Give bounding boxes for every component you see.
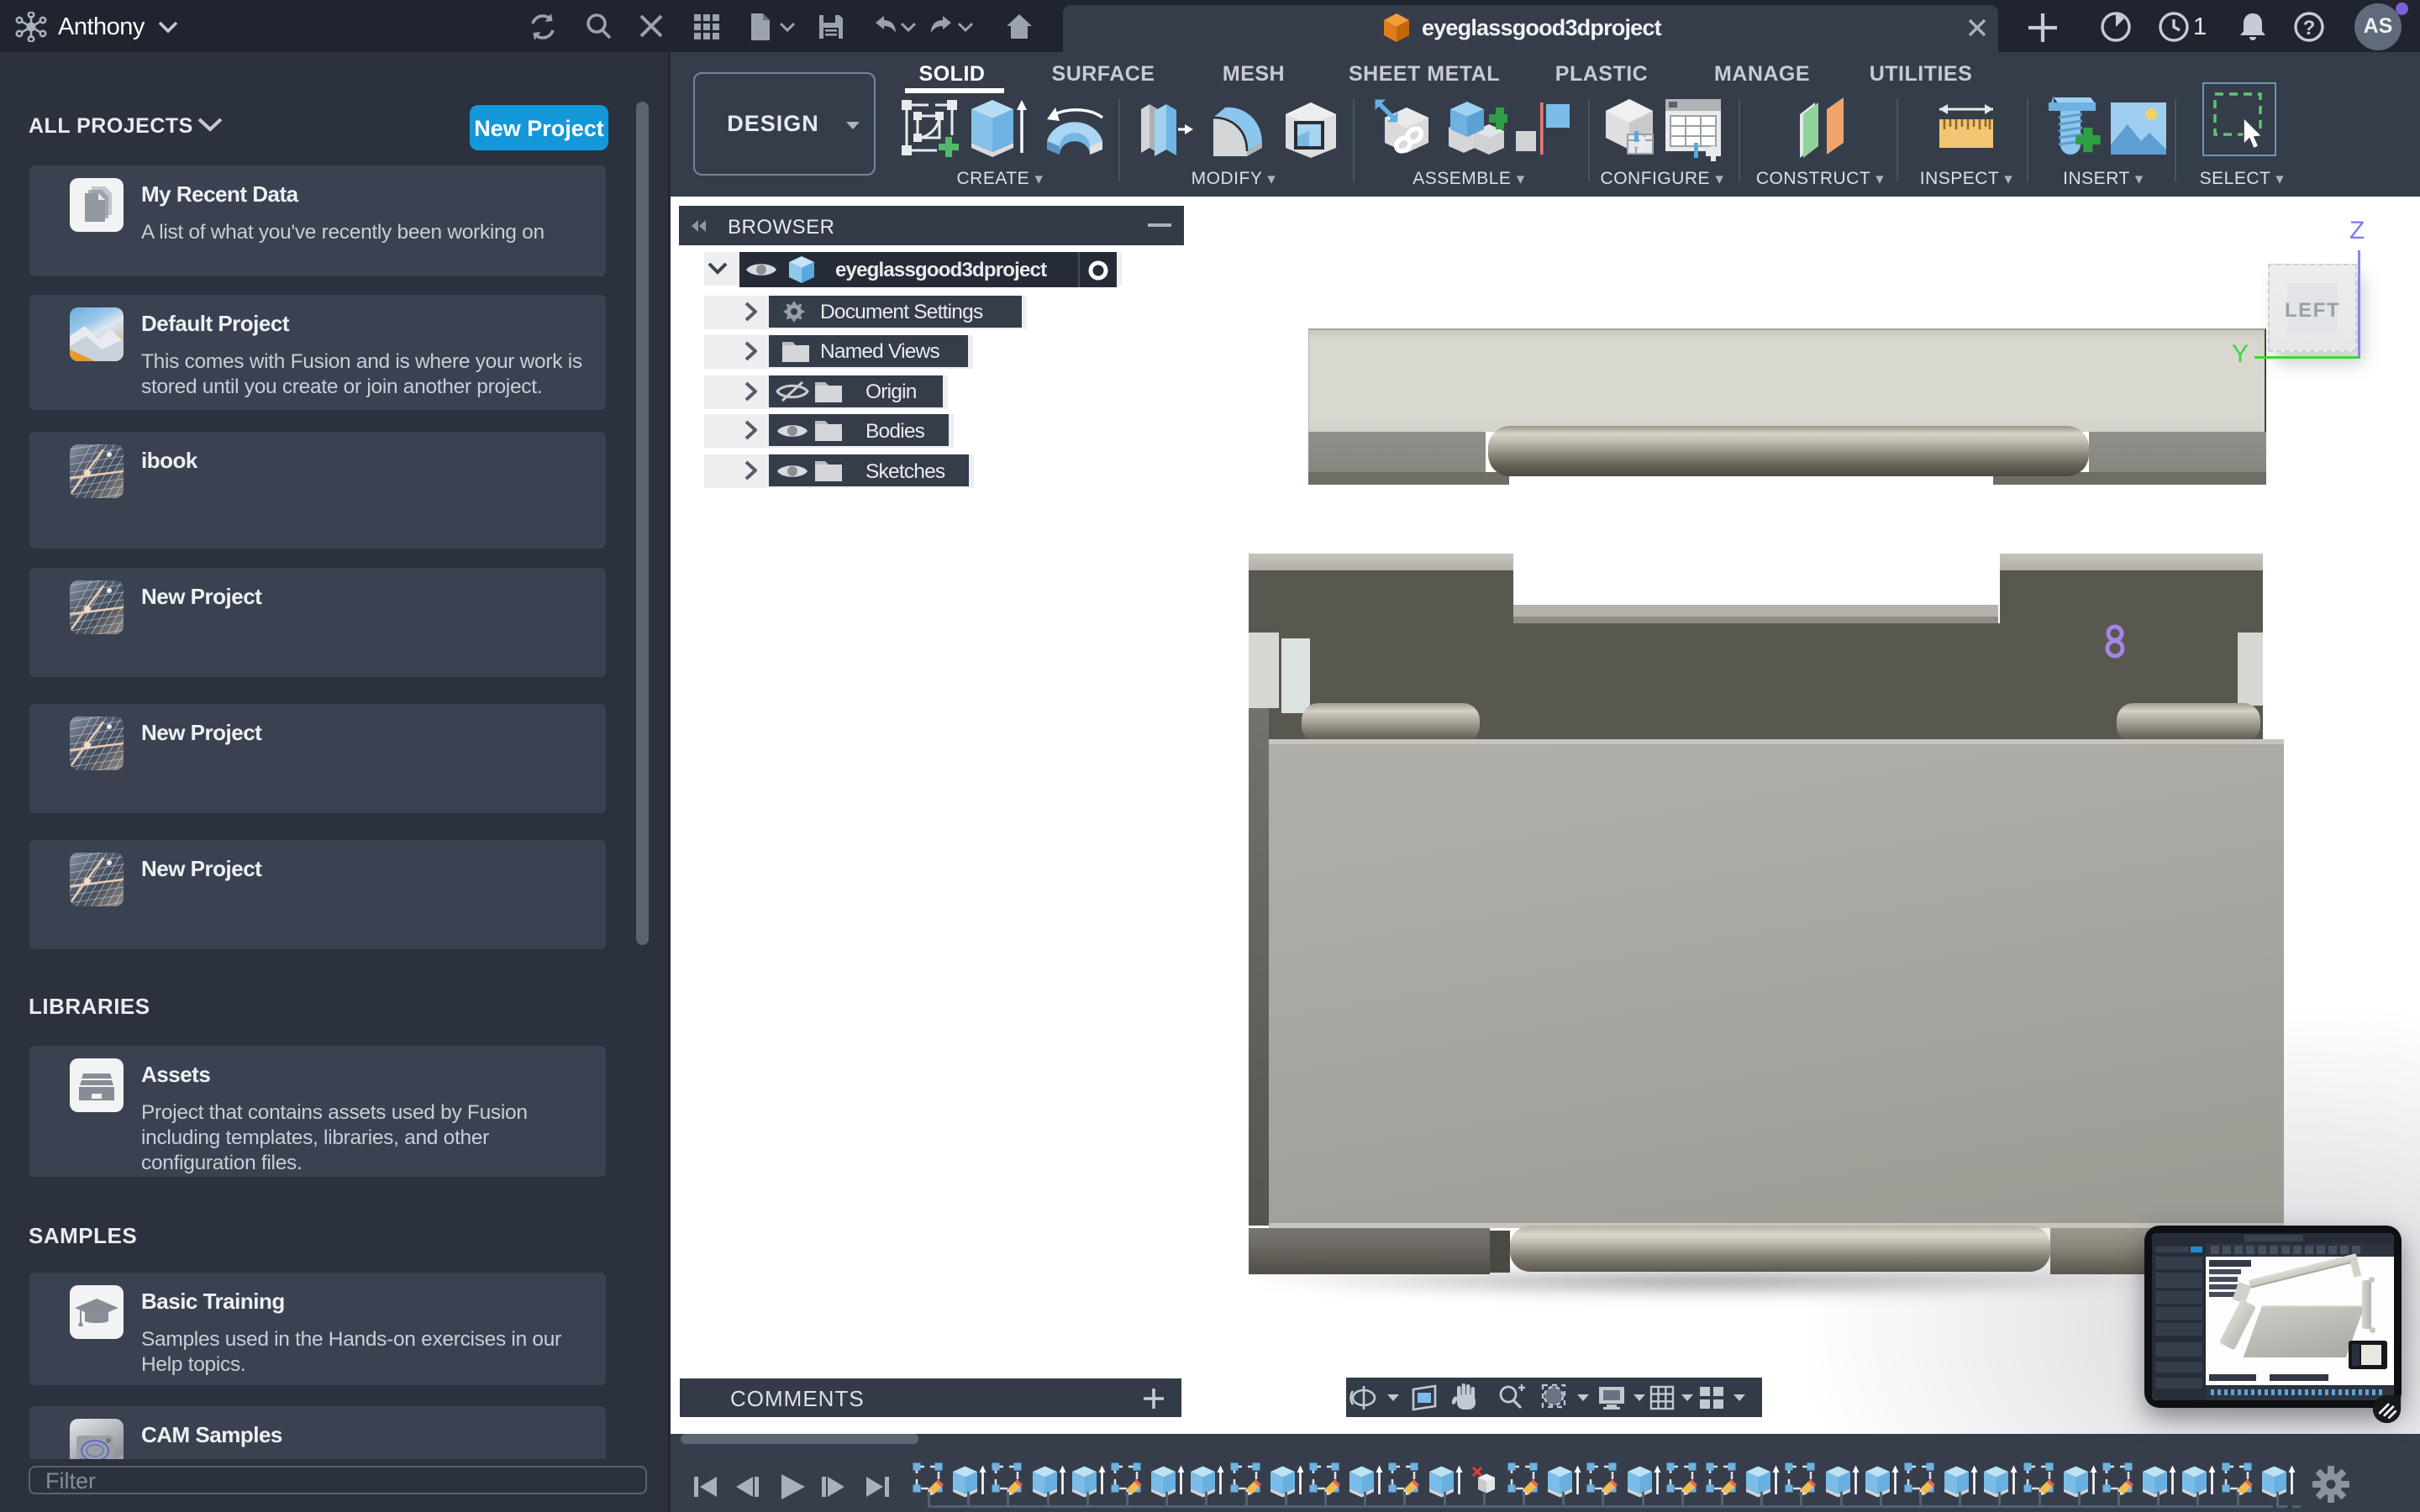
svg-text:?: ? [2303,17,2316,39]
